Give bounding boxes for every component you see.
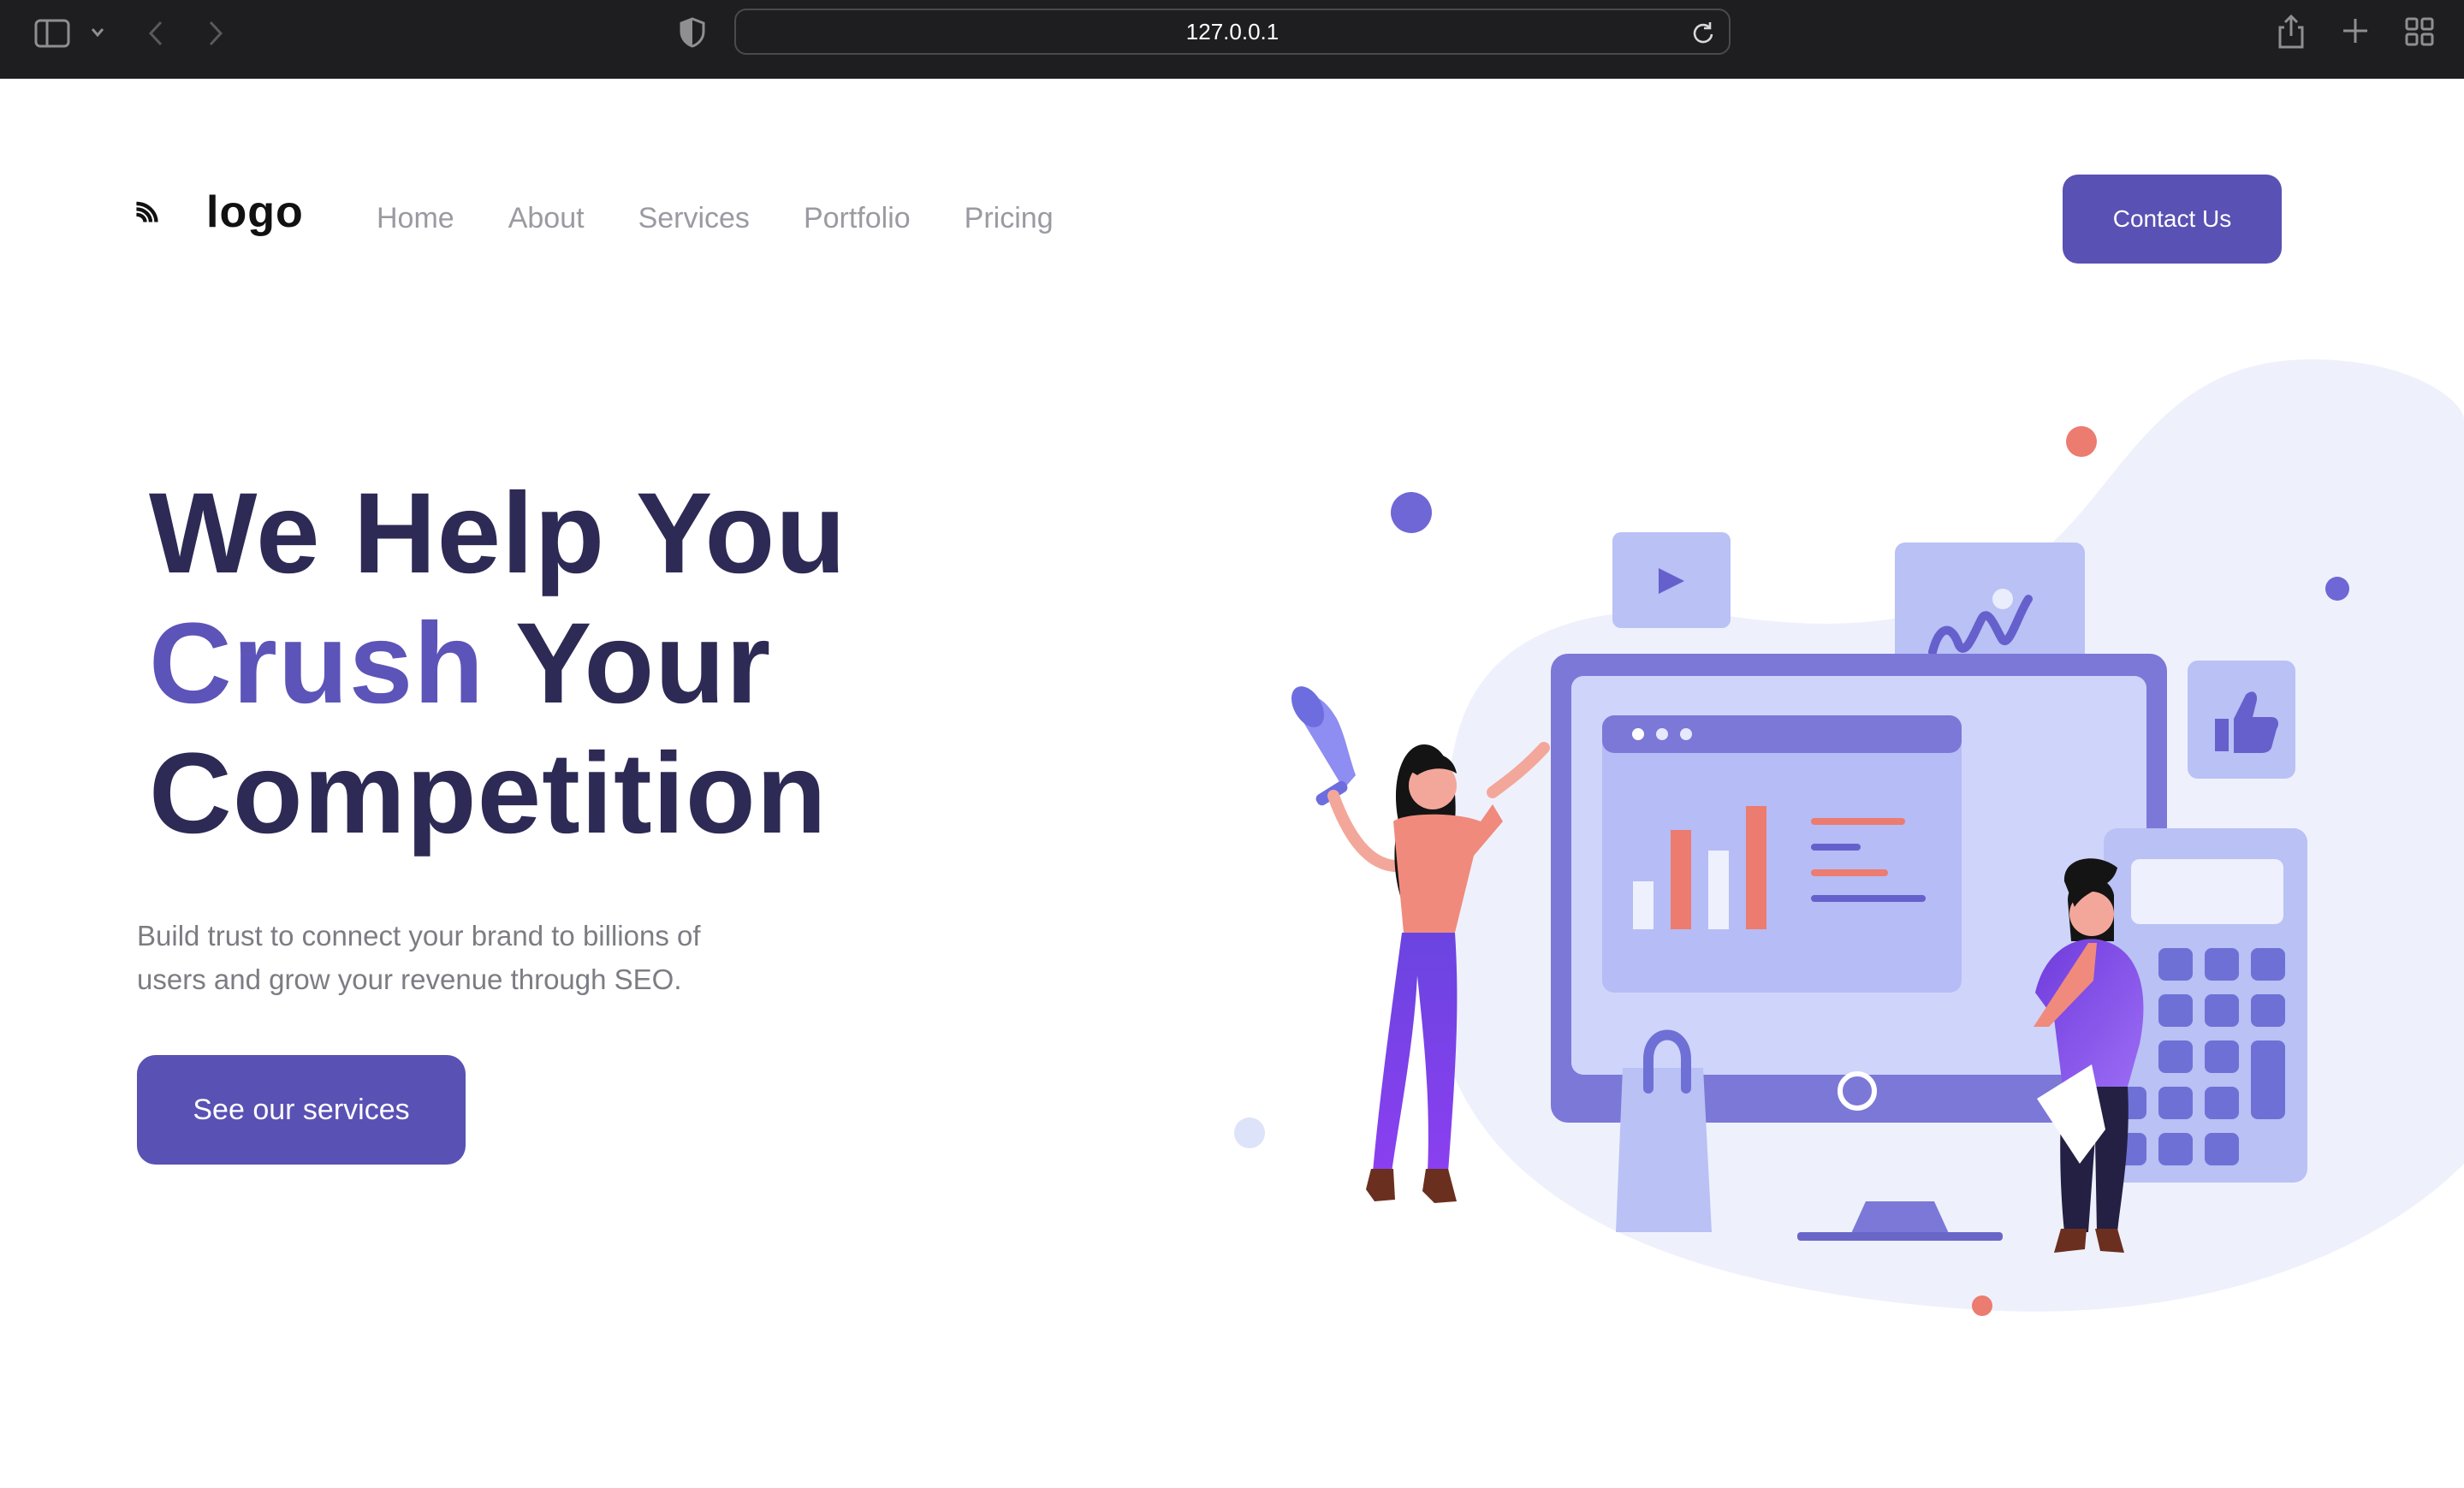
url-text: 127.0.0.1: [1185, 18, 1279, 44]
hero-title: We Help You Crush Your Competition: [149, 469, 846, 859]
dot-purple-small: [2325, 577, 2349, 601]
hero-subtitle: Build trust to connect your brand to bil…: [137, 914, 787, 1001]
nav-about[interactable]: About: [508, 197, 585, 240]
tab-overview-icon[interactable]: [2405, 17, 2434, 46]
hero-illustration: [1234, 359, 2464, 1316]
hero-title-line2: Your: [484, 600, 772, 727]
dot-coral-bottom: [1972, 1295, 1992, 1316]
logo-icon[interactable]: [135, 181, 197, 243]
dot-light: [1234, 1117, 1265, 1148]
new-tab-icon[interactable]: [2342, 17, 2369, 44]
hero-subtitle-line1: Build trust to connect your brand to bil…: [137, 920, 701, 951]
hero-title-line1: We Help You: [149, 470, 847, 597]
dot-purple-large: [1391, 492, 1432, 533]
url-bar[interactable]: 127.0.0.1: [734, 9, 1731, 55]
see-services-button[interactable]: See our services: [137, 1055, 466, 1165]
main-nav: Home About Services Portfolio Pricing: [377, 197, 1107, 240]
contact-us-button[interactable]: Contact Us: [2063, 175, 2282, 264]
nav-home[interactable]: Home: [377, 197, 454, 240]
chevron-down-icon[interactable]: [89, 26, 106, 39]
hero-title-accent: Crush: [149, 600, 485, 727]
logo-text[interactable]: logo: [206, 181, 304, 243]
nav-services[interactable]: Services: [638, 197, 750, 240]
reload-icon[interactable]: [1691, 21, 1715, 44]
back-icon[interactable]: [145, 19, 166, 48]
nav-portfolio[interactable]: Portfolio: [804, 197, 911, 240]
sidebar-icon[interactable]: [34, 19, 70, 48]
hero-subtitle-line2: users and grow your revenue through SEO.: [137, 963, 682, 995]
nav-pricing[interactable]: Pricing: [965, 197, 1054, 240]
browser-toolbar: 127.0.0.1: [0, 0, 2464, 79]
share-icon[interactable]: [2277, 14, 2306, 50]
shopping-bag: [1616, 1068, 1712, 1232]
dot-coral-top: [2066, 426, 2097, 457]
shield-icon[interactable]: [680, 17, 705, 48]
forward-icon[interactable]: [205, 19, 226, 48]
hero-title-line3: Competition: [149, 730, 828, 857]
